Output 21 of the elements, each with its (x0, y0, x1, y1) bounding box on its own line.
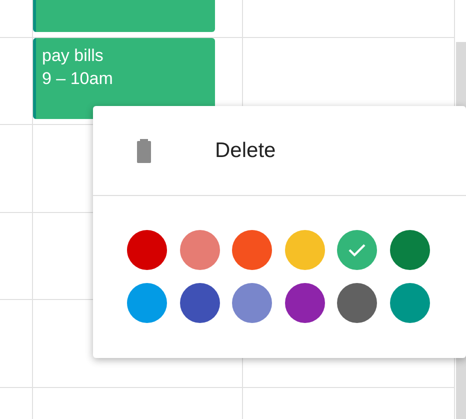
color-swatch[interactable] (180, 230, 220, 270)
event-time: 9 – 10am (42, 68, 114, 90)
calendar-cell[interactable] (0, 213, 33, 300)
checkmark-icon (348, 243, 366, 257)
calendar-cell[interactable] (0, 300, 33, 388)
color-swatch[interactable] (284, 283, 324, 323)
color-swatch[interactable] (337, 283, 377, 323)
color-swatch[interactable] (284, 230, 324, 270)
color-swatch[interactable] (127, 283, 167, 323)
calendar-cell[interactable] (243, 0, 455, 38)
trash-icon (137, 138, 151, 162)
color-swatch[interactable] (127, 230, 167, 270)
event-title: pay bills (42, 45, 104, 67)
color-swatch[interactable] (232, 230, 272, 270)
calendar-cell[interactable] (33, 0, 243, 38)
color-swatch[interactable] (232, 283, 272, 323)
color-swatch[interactable] (390, 283, 430, 323)
color-swatch[interactable] (180, 283, 220, 323)
color-swatch[interactable] (337, 230, 377, 270)
calendar-cell[interactable] (0, 125, 33, 213)
color-swatch[interactable] (390, 230, 430, 270)
